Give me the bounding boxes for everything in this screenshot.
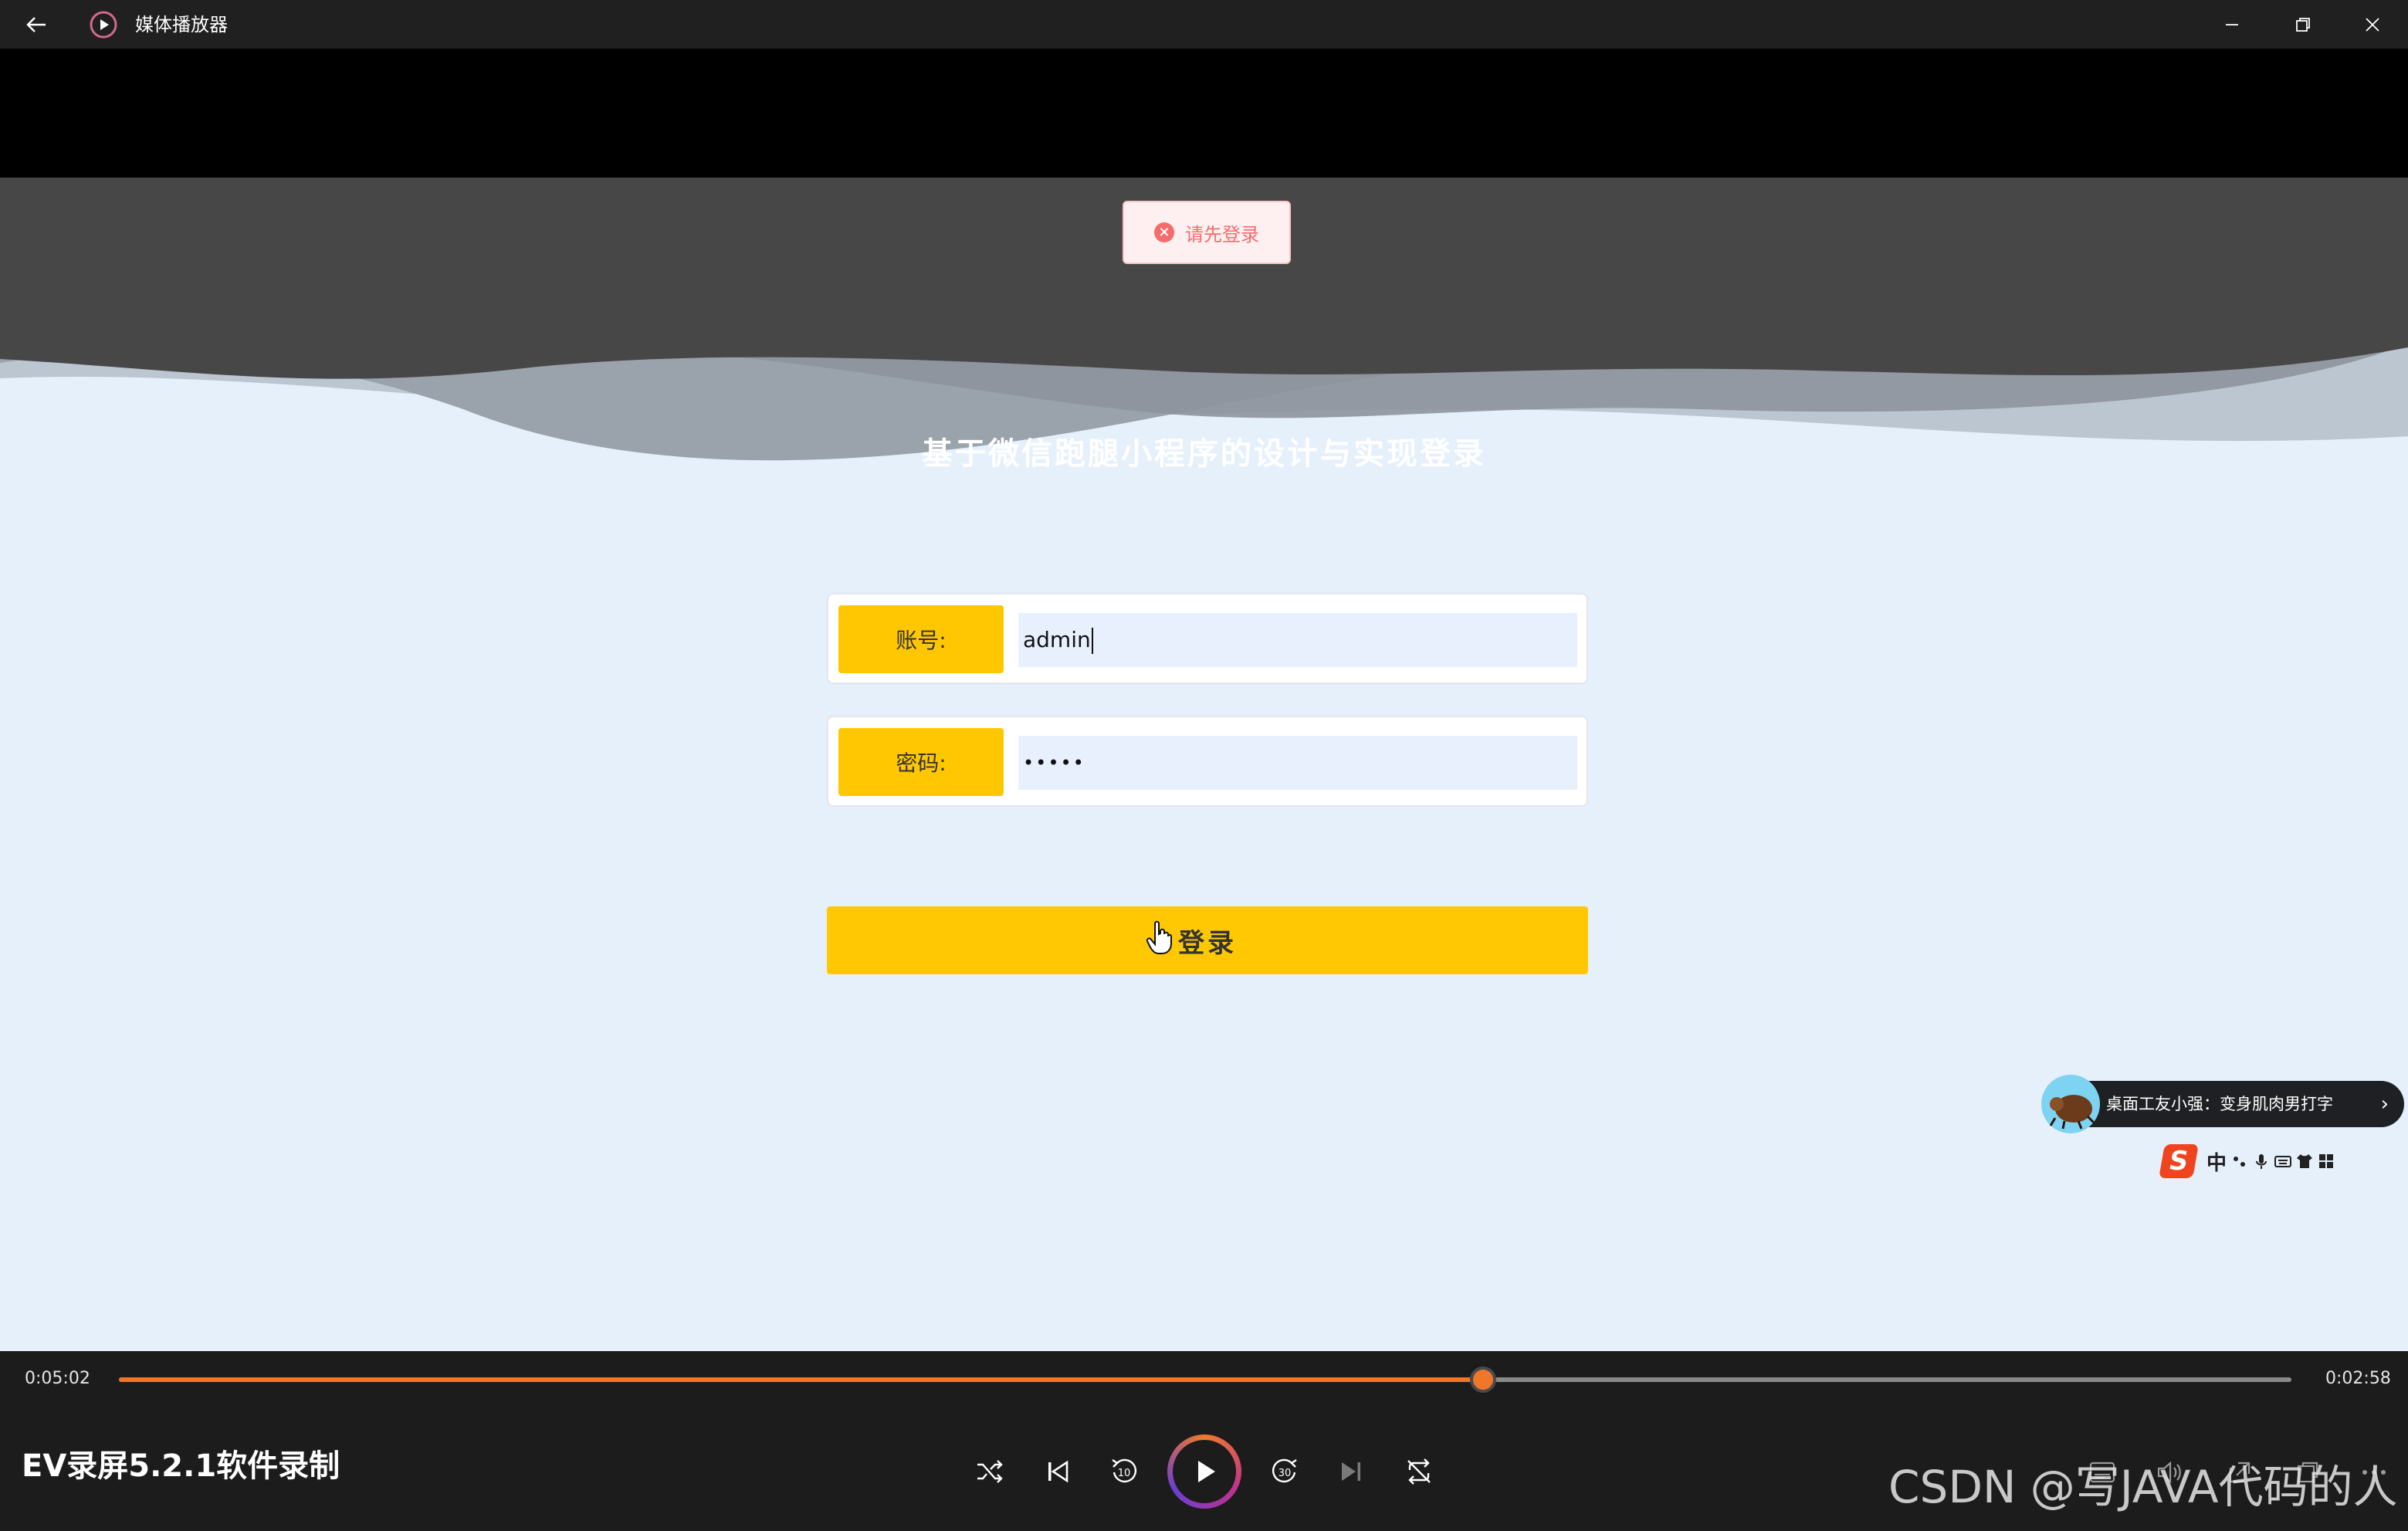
minimize-icon[interactable] xyxy=(2196,0,2267,49)
seek-bar-progress xyxy=(119,1377,1484,1382)
remaining-time: 0:02:58 xyxy=(2325,1369,2391,1388)
svg-text:30: 30 xyxy=(1279,1468,1292,1479)
repeat-icon[interactable] xyxy=(1397,1450,1441,1493)
punctuation-icon[interactable] xyxy=(2231,1153,2248,1170)
media-player-app-icon xyxy=(90,11,117,39)
rewind-10-icon[interactable]: 10 xyxy=(1102,1450,1146,1493)
text-caret xyxy=(1091,628,1093,654)
next-icon[interactable] xyxy=(1329,1450,1373,1493)
window-title: 媒体播放器 xyxy=(135,14,228,36)
account-row: 账号: admin xyxy=(827,593,1588,684)
play-button[interactable] xyxy=(1167,1434,1241,1509)
previous-icon[interactable] xyxy=(1036,1450,1079,1493)
toast-message: 请先登录 xyxy=(1185,223,1259,246)
shuffle-icon[interactable] xyxy=(968,1450,1011,1493)
password-label: 密码: xyxy=(838,728,1004,796)
password-input[interactable]: ••••• xyxy=(1018,736,1577,790)
keyboard-icon[interactable] xyxy=(2274,1153,2292,1170)
login-button[interactable]: 登录 xyxy=(827,906,1588,974)
forward-30-icon[interactable]: 30 xyxy=(1263,1450,1306,1493)
desktop-pet-notification[interactable]: 桌面工友小强：变身肌肉男打字 › xyxy=(2068,1081,2404,1127)
close-icon[interactable] xyxy=(2337,0,2408,49)
ime-mode-indicator[interactable]: 中 xyxy=(2206,1147,2227,1176)
csdn-watermark: CSDN @写JAVA代码的人 xyxy=(1888,1461,2398,1513)
password-row: 密码: ••••• xyxy=(827,716,1588,807)
error-circle-icon: × xyxy=(1154,222,1174,242)
account-label: 账号: xyxy=(838,605,1004,673)
apps-grid-icon[interactable] xyxy=(2318,1153,2335,1170)
media-title: EV录屏5.2.1软件录制 xyxy=(22,1448,340,1484)
desktop-pet-text: 桌面工友小强：变身肌肉男打字 xyxy=(2106,1095,2333,1113)
seek-bar[interactable] xyxy=(119,1367,2291,1393)
svg-text:10: 10 xyxy=(1118,1468,1131,1479)
account-value: admin xyxy=(1023,627,1091,652)
ime-toolbar: S 中 xyxy=(2159,1143,2408,1180)
sogou-ime-icon[interactable]: S xyxy=(2159,1144,2199,1178)
title-bar: 媒体播放器 xyxy=(0,0,2408,49)
video-frame: × 请先登录 基于微信跑腿小程序的设计与实现登录 账号: admin 密码: •… xyxy=(0,178,2408,1351)
skin-icon[interactable] xyxy=(2296,1153,2313,1170)
error-toast: × 请先登录 xyxy=(1123,201,1291,264)
account-input[interactable]: admin xyxy=(1018,613,1577,667)
play-icon xyxy=(1173,1440,1236,1503)
restore-icon[interactable] xyxy=(2267,0,2339,49)
chevron-right-icon[interactable]: › xyxy=(2381,1081,2389,1127)
beetle-avatar-icon xyxy=(2041,1075,2100,1133)
elapsed-time: 0:05:02 xyxy=(25,1369,90,1388)
hand-cursor-icon xyxy=(1146,920,1172,954)
microphone-icon[interactable] xyxy=(2253,1153,2270,1170)
seek-thumb[interactable] xyxy=(1470,1367,1497,1393)
back-arrow-icon[interactable] xyxy=(17,8,56,42)
login-title: 基于微信跑腿小程序的设计与实现登录 xyxy=(922,436,1486,472)
